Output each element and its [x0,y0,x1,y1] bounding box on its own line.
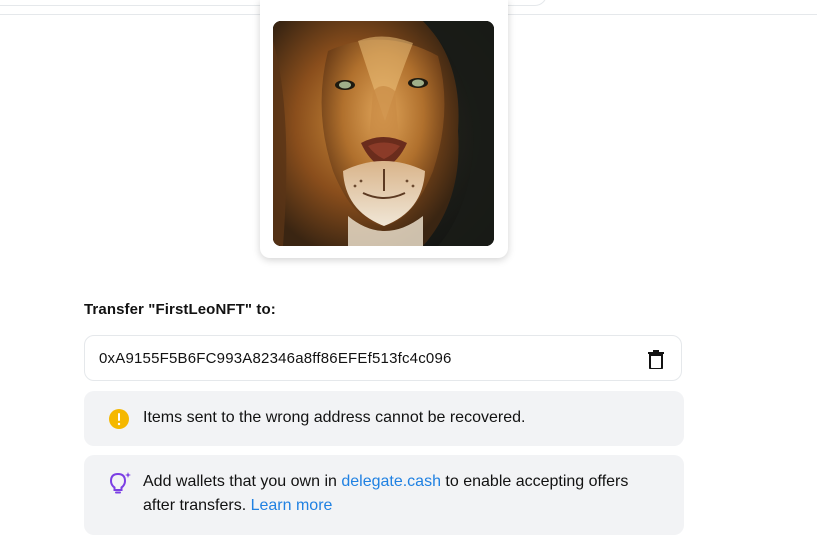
info-text-before: Add wallets that you own in [143,473,342,490]
lightbulb-icon [108,470,134,501]
address-field [84,335,682,381]
trash-icon [648,349,664,369]
learn-more-link[interactable]: Learn more [251,497,333,514]
delegate-cash-link[interactable]: delegate.cash [341,473,441,490]
transfer-label: Transfer "FirstLeoNFT" to: [84,301,276,318]
info-text: Add wallets that you own in delegate.cas… [143,470,664,518]
clear-address-button[interactable] [645,348,667,370]
nft-preview-card [260,0,508,258]
nft-image [273,21,494,246]
delegate-info-notice: Add wallets that you own in delegate.cas… [84,455,684,535]
warning-text: Items sent to the wrong address cannot b… [143,409,526,426]
wrong-address-warning: Items sent to the wrong address cannot b… [84,391,684,446]
lion-image [273,21,494,246]
exclamation-circle-icon [108,408,130,435]
address-input[interactable] [99,336,639,380]
transfer-page: Transfer "FirstLeoNFT" to: Items sent to… [0,0,817,550]
